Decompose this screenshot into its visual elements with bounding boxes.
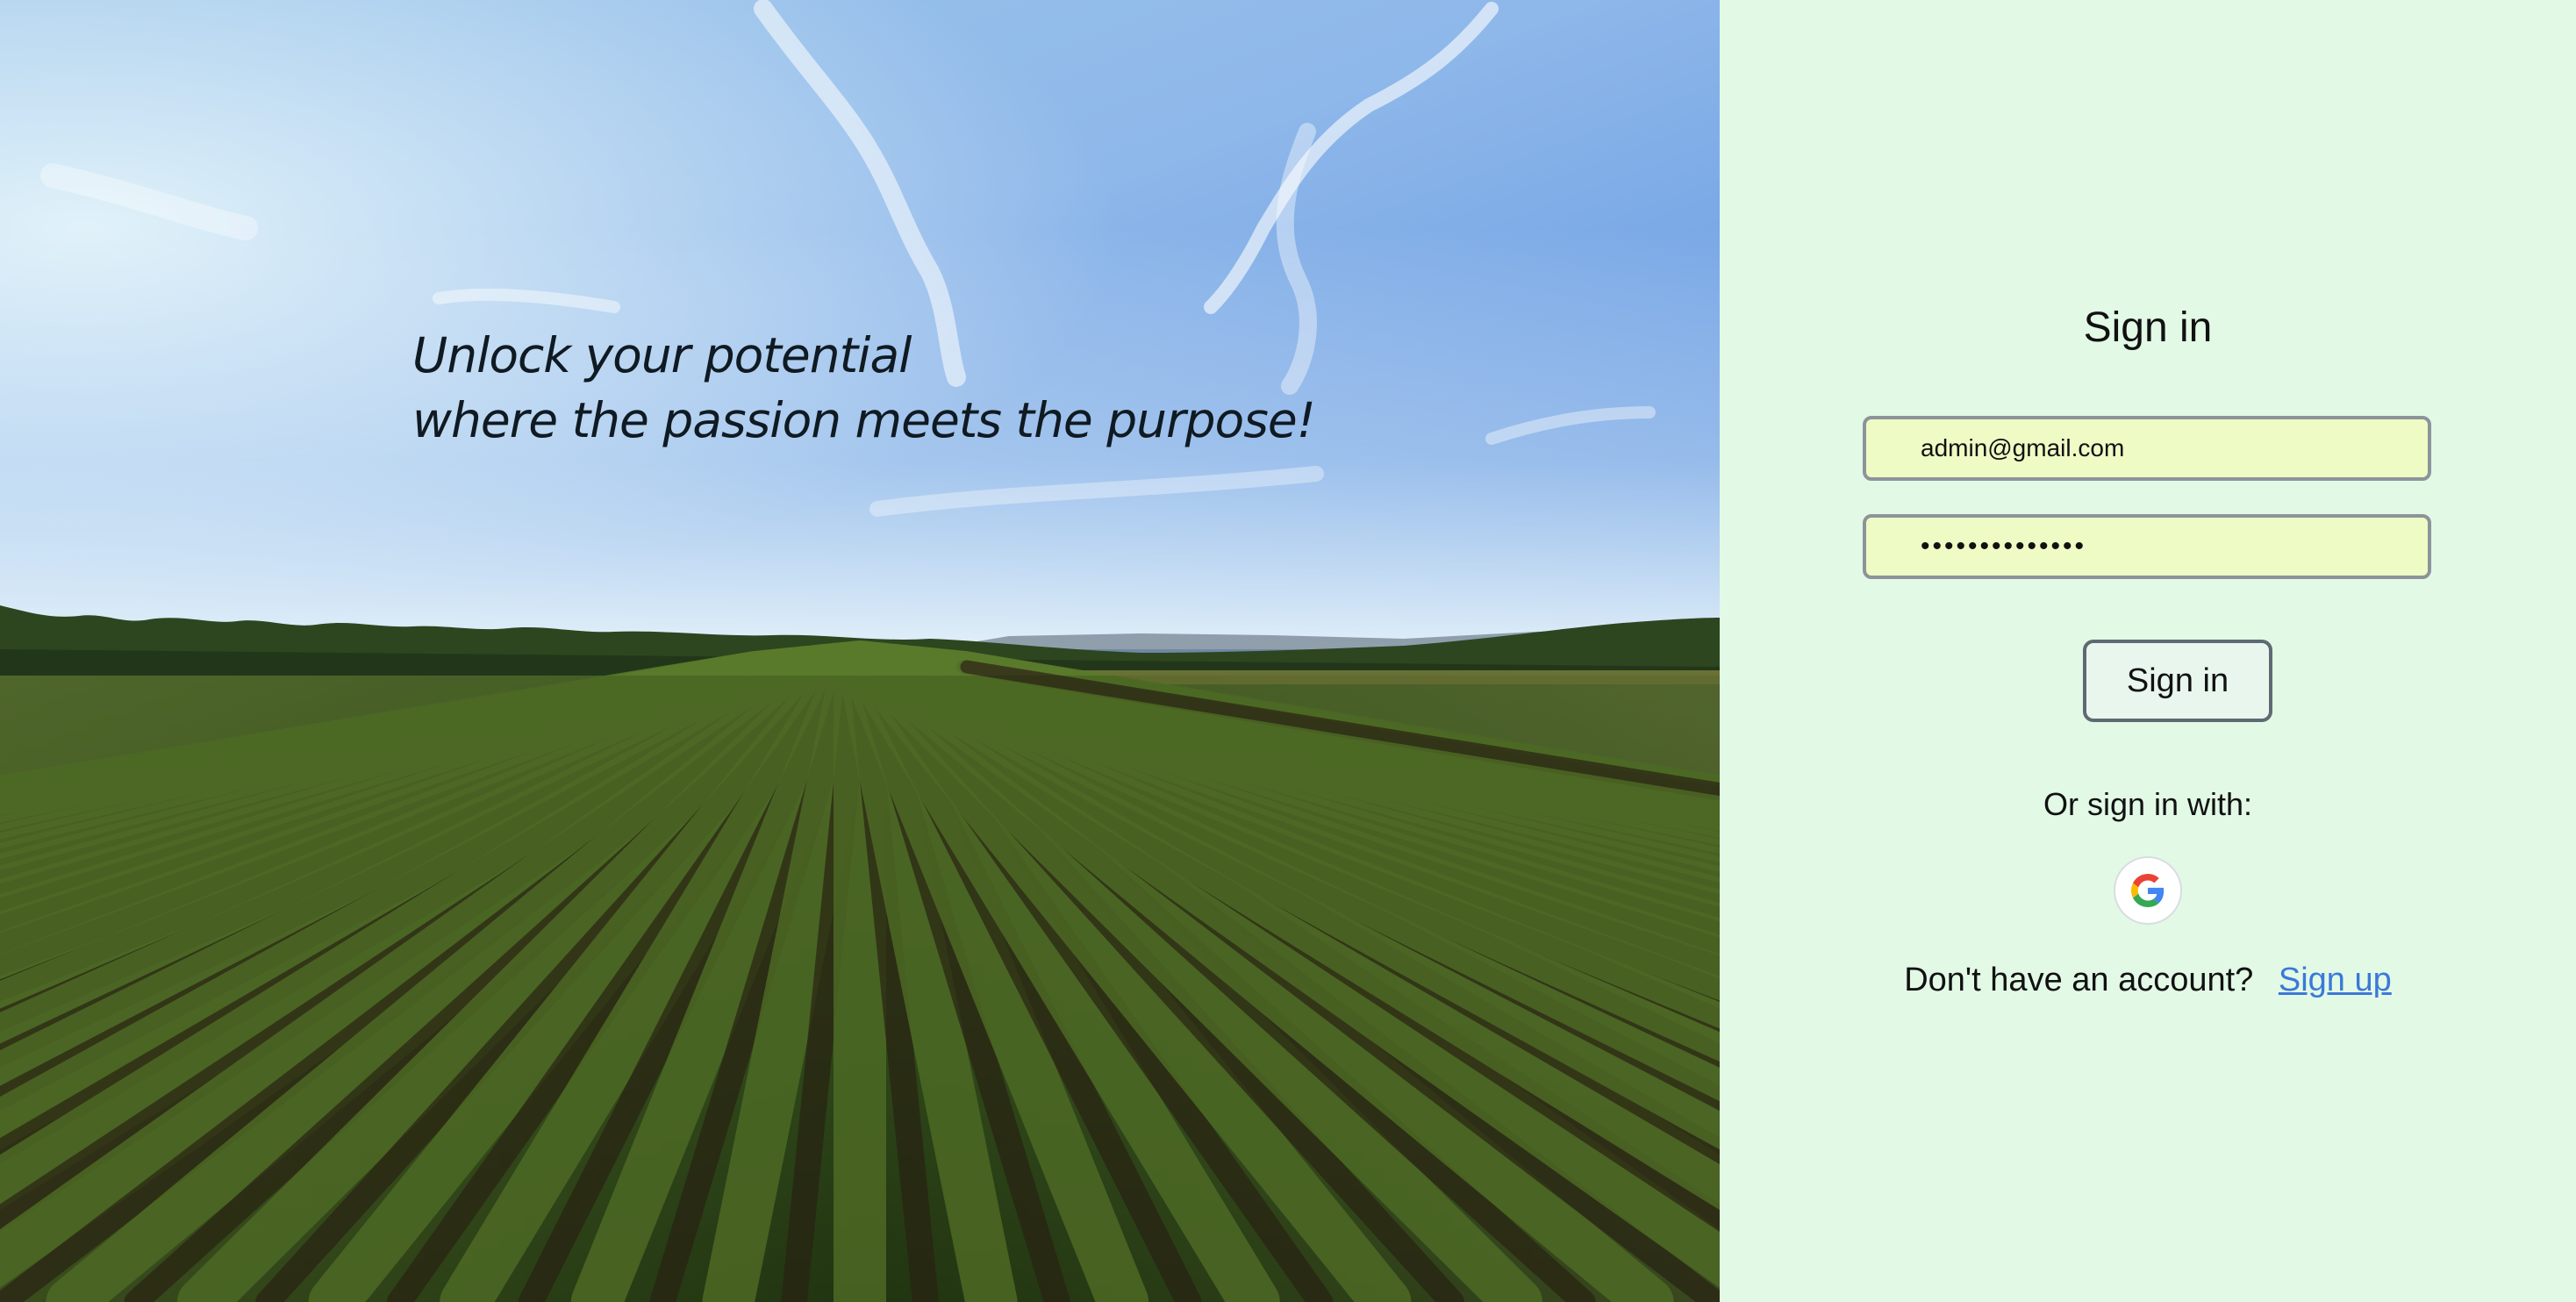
signin-title: Sign in — [2083, 304, 2213, 351]
signin-button[interactable]: Sign in — [2083, 640, 2272, 722]
signup-link[interactable]: Sign up — [2279, 962, 2392, 998]
hero-panel: Unlock your potential where the passion … — [0, 0, 1720, 1302]
hero-tagline-line-1: Unlock your potential — [412, 327, 912, 383]
email-input[interactable] — [1863, 416, 2431, 481]
hero-tagline-line-2: where the passion meets the purpose! — [412, 392, 1316, 448]
signup-prompt: Don't have an account? Sign up — [1720, 958, 2576, 1002]
hero-tagline: Unlock your potential where the passion … — [412, 323, 1316, 453]
google-signin-button[interactable] — [2114, 856, 2182, 925]
no-account-text: Don't have an account? — [1904, 962, 2254, 998]
google-icon — [2131, 874, 2165, 907]
signin-panel: Sign in Sign in Or sign in with: Don't h… — [1720, 0, 2576, 1302]
alt-signin-label: Or sign in with: — [2043, 786, 2253, 822]
farmland-background-image — [0, 0, 1720, 1302]
password-input[interactable] — [1863, 514, 2431, 579]
signin-page: Unlock your potential where the passion … — [0, 0, 2576, 1302]
